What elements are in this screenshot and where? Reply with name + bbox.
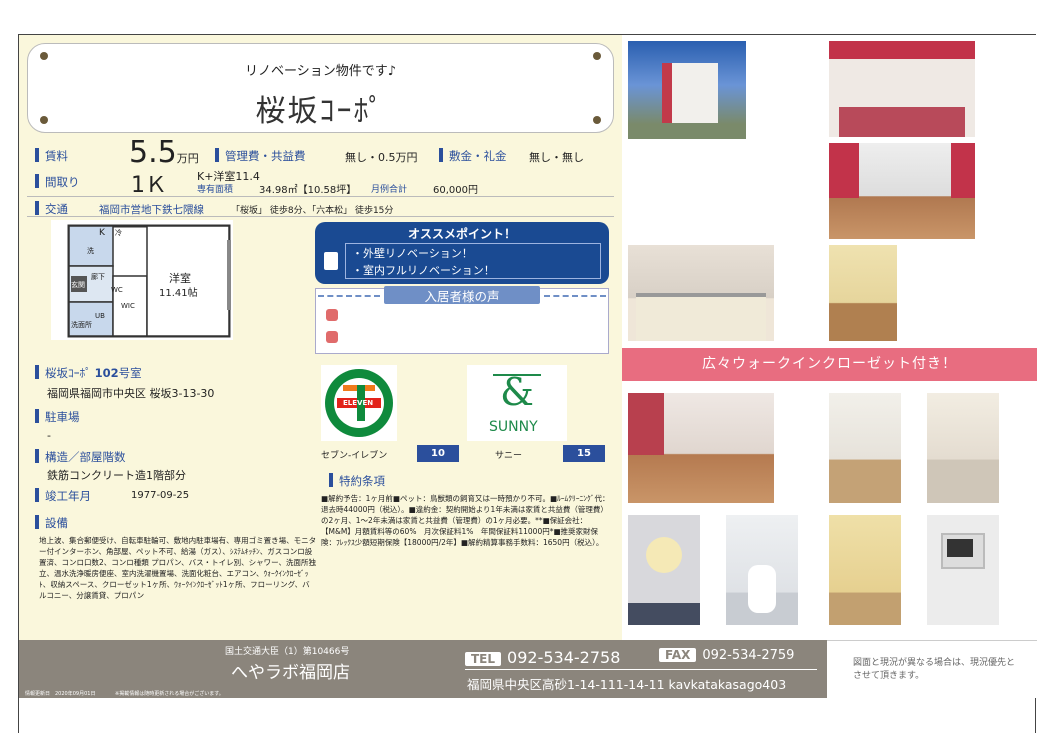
- recommend-list: ・外壁リノベーション！ ・室内フルリノベーション！: [345, 243, 601, 279]
- structure-label: 構造／部屋階数: [35, 449, 126, 465]
- entrance-photo: [829, 41, 975, 137]
- toilet-photo: [726, 515, 798, 625]
- tel: TEL 092-534-2758: [465, 648, 620, 667]
- disclaimer-small: ※掲載情報は随時更新される場合がございます。: [115, 691, 224, 697]
- recommend-item: ・外壁リノベーション！: [352, 247, 473, 260]
- floorplan-ro: 冷: [115, 229, 122, 237]
- floorplan-wic: WIC: [121, 302, 135, 310]
- bolt-icon: [593, 52, 601, 60]
- parking-label: 駐車場: [35, 409, 80, 425]
- shop-name: サニー: [495, 451, 523, 461]
- bathroom-photo: [927, 393, 999, 503]
- tel-label: TEL: [465, 652, 502, 666]
- bolt-icon: [40, 52, 48, 60]
- bedroom-photo: [628, 393, 774, 503]
- washroom-photo: [628, 515, 700, 625]
- floorplan-room-size: 11.41帖: [159, 288, 198, 299]
- seven-eleven-logo-text: ELEVEN: [343, 399, 374, 407]
- company-address: 福岡県中央区高砂1-14-111-14-11 kavkatakasago403: [467, 677, 787, 692]
- corridor-photo: [829, 515, 901, 625]
- divider: [465, 669, 817, 670]
- footer: 国土交通大臣（1）第10466号 へやラボ福岡店 TEL 092-534-2758…: [19, 640, 1037, 698]
- document-icon: [324, 252, 338, 270]
- deposit-label: 敷金・礼金: [439, 148, 507, 164]
- svg-text:&: &: [500, 370, 534, 414]
- info-panel: リノベーション物件です♪ 桜坂ｺｰﾎﾟ 賃料 5.5万円 管理費・共益費 無し・…: [19, 35, 622, 640]
- deposit-value: 無し・無し: [529, 151, 584, 164]
- floorplan: K 洗 冷 廊下 玄関 WC UB 洗面所 WIC 洋室 11.41帖: [51, 220, 233, 340]
- built-value: 1977-09-25: [131, 490, 190, 501]
- floorplan-ub: UB: [95, 312, 105, 320]
- recommend-title: オススメポイント！: [407, 227, 516, 241]
- fee-value: 無し・0.5万円: [345, 151, 418, 164]
- layout-value: 1Ｋ: [131, 173, 167, 198]
- structure-value: 鉄筋コンクリート造1階部分: [47, 469, 186, 482]
- shop-distance: 10: [417, 445, 459, 462]
- transport-stations: 「桜坂」 徒歩8分、「六本松」 徒歩15分: [231, 206, 394, 216]
- fax-number: 092-534-2759: [702, 648, 795, 663]
- divider: [318, 295, 380, 297]
- property-address: 福岡県福岡市中央区 桜坂3-13-30: [47, 387, 215, 400]
- hallway-photo: [829, 393, 901, 503]
- hand-icon: [326, 331, 338, 343]
- fax-label: FAX: [659, 648, 697, 662]
- recommend-box: オススメポイント！ ・外壁リノベーション！ ・室内フルリノベーション！: [315, 222, 609, 284]
- special-label: 特約条項: [329, 473, 385, 489]
- photo-panel: 広々ウォークインクローゼット付き！: [622, 35, 1037, 640]
- company-name: へやラボ福岡店: [231, 663, 350, 683]
- closet-photo: [829, 245, 897, 341]
- shop-distance: 15: [563, 445, 605, 462]
- license: 国土交通大臣（1）第10466号: [225, 647, 350, 657]
- floorplan-k: K: [99, 228, 105, 238]
- tel-number[interactable]: 092-534-2758: [507, 648, 620, 667]
- rent-label: 賃料: [35, 148, 68, 164]
- disclaimer-box: 図面と現況が異なる場合は、現況優先とさせて頂きます。: [827, 640, 1037, 698]
- disclaimer-note: 図面と現況が異なる場合は、現況優先とさせて頂きます。: [853, 658, 1016, 681]
- equipment-label: 設備: [35, 515, 68, 531]
- layout-label: 間取り: [35, 174, 80, 190]
- flyer-sheet: リノベーション物件です♪ 桜坂ｺｰﾎﾟ 賃料 5.5万円 管理費・共益費 無し・…: [18, 34, 1037, 733]
- seven-eleven-logo: ELEVEN: [321, 365, 397, 441]
- title-plaque: リノベーション物件です♪ 桜坂ｺｰﾎﾟ: [27, 43, 614, 133]
- floorplan-sen: 洗: [87, 247, 94, 255]
- walk-in-closet-banner: 広々ウォークインクローゼット付き！: [622, 348, 1037, 381]
- intercom-photo: [927, 515, 999, 625]
- floorplan-wc: WC: [111, 286, 123, 294]
- monthly-label: 月例合計: [371, 185, 408, 195]
- monthly-value: 60,000円: [433, 185, 478, 196]
- property-name: 桜坂ｺｰﾎﾟ 102号室: [35, 365, 142, 381]
- subtitle: リノベーション物件です♪: [244, 64, 397, 79]
- update-date: 情報更新日 2020年09月01日: [25, 691, 96, 697]
- shop-name: セブン-イレブン: [321, 451, 388, 461]
- recommend-item: ・室内フルリノベーション！: [352, 264, 495, 277]
- floorplan-senmen: 洗面所: [71, 321, 92, 329]
- floorplan-rouka: 廊下: [91, 273, 105, 281]
- living-room-photo: [829, 143, 975, 239]
- area-label: 専有面積: [197, 185, 234, 195]
- fee-label: 管理費・共益費: [215, 148, 306, 164]
- special-text: ■解約予告：1ヶ月前■ペット：鳥獣類の飼育又は一時預かり不可。■ﾙｰﾑｸﾘｰﾆﾝ…: [321, 494, 610, 547]
- transport-line: 福岡市営地下鉄七隈線: [99, 204, 204, 216]
- parking-value: -: [47, 429, 51, 442]
- tenant-voice-box: 入居者様の声: [315, 286, 609, 354]
- sunny-logo: & SUNNY: [467, 365, 567, 441]
- area-value: 34.98㎡【10.58坪】: [259, 185, 357, 196]
- fax: FAX 092-534-2759: [659, 648, 794, 663]
- equipment-text: 地上波、集合郵便受け、自転車駐輪可、敷地内駐車場有、専用ゴミ置き場、モニター付イ…: [39, 536, 317, 600]
- divider: [27, 196, 614, 197]
- sunny-logo-text: SUNNY: [489, 419, 538, 435]
- hand-icon: [326, 309, 338, 321]
- page-title: 桜坂ｺｰﾎﾟ: [255, 94, 386, 129]
- transport-label: 交通: [35, 201, 68, 217]
- built-label: 竣工年月: [35, 488, 91, 504]
- divider: [544, 295, 606, 297]
- rent-amount: 5.5万円: [129, 135, 199, 170]
- exterior-photo: [628, 41, 746, 139]
- tenant-voice-title: 入居者様の声: [384, 286, 540, 304]
- divider: [27, 216, 614, 217]
- floorplan-genkan: 玄関: [71, 281, 85, 289]
- kitchen-photo: [628, 245, 774, 341]
